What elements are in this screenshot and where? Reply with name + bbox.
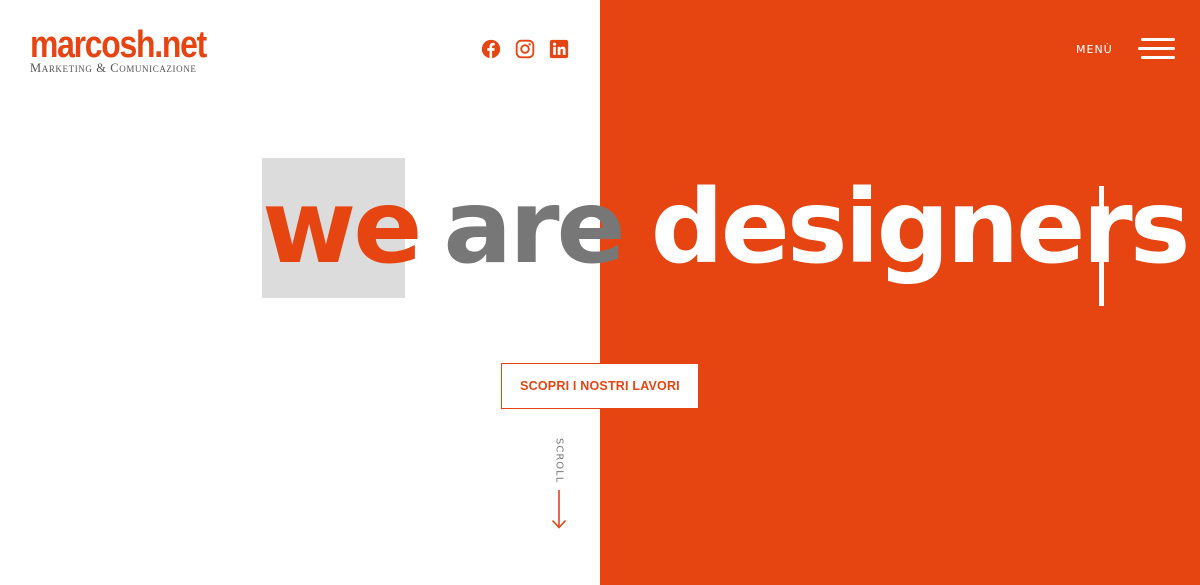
typing-caret (1099, 186, 1104, 306)
scroll-label: SCROLL (553, 438, 565, 484)
logo-tagline: Marketing & Comunicazione (30, 61, 196, 75)
facebook-icon[interactable] (481, 39, 501, 59)
social-links (481, 39, 569, 59)
tagline-ampersand: & (92, 61, 111, 75)
instagram-icon[interactable] (515, 39, 535, 59)
scroll-indicator[interactable]: SCROLL (544, 438, 574, 530)
discover-works-button[interactable]: SCOPRI I NOSTRI LAVORI (501, 363, 699, 409)
menu-button[interactable]: MENÙ (1076, 36, 1175, 62)
orange-panel (600, 0, 1200, 585)
tagline-marketing: Marketing (30, 61, 93, 75)
menu-label: MENÙ (1076, 42, 1113, 56)
arrow-down-icon (551, 490, 567, 529)
linkedin-icon[interactable] (549, 39, 569, 59)
tagline-comunicazione: Comunicazione (110, 61, 197, 75)
logo-wordmark: marcosh.net (30, 24, 207, 66)
hero-headline: we are designers (262, 168, 1191, 288)
headline-word-are: are (443, 168, 625, 287)
headline-word-designers: designers (650, 168, 1191, 287)
hamburger-icon[interactable] (1137, 36, 1175, 62)
headline-word-we: we (262, 168, 422, 287)
logo[interactable]: marcosh.net Marketing & Comunicazione (30, 26, 240, 76)
